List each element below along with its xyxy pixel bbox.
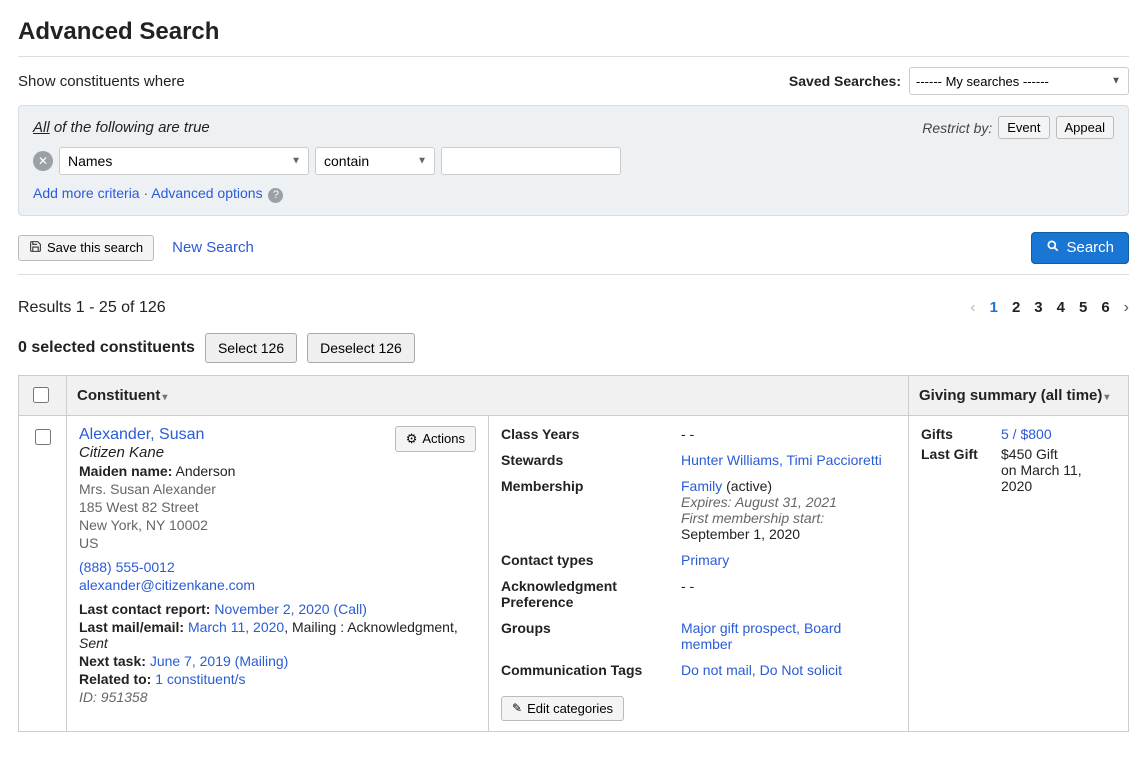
header-giving[interactable]: Giving summary (all time)▾: [909, 375, 1129, 415]
membership-first-label: First membership start:: [681, 510, 824, 526]
comm-tags-link[interactable]: Do not mail, Do Not solicit: [681, 662, 842, 678]
class-years-value: - -: [681, 426, 896, 442]
pager-next[interactable]: ›: [1124, 299, 1129, 317]
pencil-icon: ✎: [512, 701, 522, 715]
page-title: Advanced Search: [18, 18, 1129, 46]
row-actions-button[interactable]: ⚙ Actions: [395, 426, 476, 452]
last-mail-date-link[interactable]: March 11, 2020: [188, 619, 284, 635]
contact-types-label: Contact types: [501, 552, 671, 568]
maiden-name-value: Anderson: [175, 463, 235, 479]
pager-page-6[interactable]: 6: [1101, 299, 1109, 316]
membership-label: Membership: [501, 478, 671, 542]
table-row: ⚙ Actions Alexander, Susan Citizen Kane …: [19, 415, 1129, 731]
address-line-2: New York, NY 10002: [79, 517, 476, 533]
gifts-link[interactable]: 5 / $800: [1001, 426, 1052, 442]
gifts-label: Gifts: [921, 426, 993, 442]
email-link[interactable]: alexander@citizenkane.com: [79, 577, 255, 593]
membership-first-value: September 1, 2020: [681, 526, 800, 542]
advanced-options-link[interactable]: Advanced options: [151, 185, 262, 201]
remove-criteria-icon[interactable]: ✕: [33, 151, 53, 171]
pager-page-1[interactable]: 1: [990, 299, 998, 316]
constituent-id: ID: 951358: [79, 689, 476, 705]
show-constituents-label: Show constituents where: [18, 73, 185, 90]
salutation: Mrs. Susan Alexander: [79, 481, 476, 497]
select-all-checkbox[interactable]: [33, 387, 49, 403]
saved-searches-select[interactable]: ------ My searches ------: [909, 67, 1129, 95]
criteria-field-select[interactable]: Names: [59, 147, 309, 175]
deselect-all-button[interactable]: Deselect 126: [307, 333, 415, 363]
ack-pref-value: - -: [681, 578, 896, 610]
divider: [18, 274, 1129, 275]
results-table: Constituent▾ Giving summary (all time)▾ …: [18, 375, 1129, 732]
edit-categories-button[interactable]: ✎ Edit categories: [501, 696, 624, 721]
stewards-link[interactable]: Hunter Williams, Timi Paccioretti: [681, 452, 882, 468]
save-icon: [29, 240, 42, 256]
related-to-link[interactable]: 1 constituent/s: [155, 671, 245, 687]
select-all-button[interactable]: Select 126: [205, 333, 297, 363]
last-contact-report-link[interactable]: November 2, 2020 (Call): [214, 601, 367, 617]
results-summary: Results 1 - 25 of 126: [18, 299, 166, 317]
phone-link[interactable]: (888) 555-0012: [79, 559, 175, 575]
address-line-1: 185 West 82 Street: [79, 499, 476, 515]
last-gift-date: on March 11, 2020: [1001, 462, 1082, 494]
header-checkbox-cell: [19, 375, 67, 415]
groups-label: Groups: [501, 620, 671, 652]
ack-pref-label: Acknowledgment Preference: [501, 578, 671, 610]
pager-prev[interactable]: ‹: [970, 299, 975, 317]
criteria-heading: All of the following are true: [33, 119, 210, 136]
search-icon: [1046, 239, 1060, 257]
pager-page-3[interactable]: 3: [1034, 299, 1042, 316]
selected-count-label: 0 selected constituents: [18, 339, 195, 357]
class-years-label: Class Years: [501, 426, 671, 442]
help-icon[interactable]: ?: [268, 188, 283, 203]
header-constituent[interactable]: Constituent▾: [67, 375, 909, 415]
stewards-label: Stewards: [501, 452, 671, 468]
last-gift-amount: $450 Gift: [1001, 446, 1058, 462]
restrict-event-button[interactable]: Event: [998, 116, 1049, 139]
save-search-button[interactable]: Save this search: [18, 235, 154, 261]
pager: ‹ 1 2 3 4 5 6 ›: [970, 299, 1129, 317]
contact-types-link[interactable]: Primary: [681, 552, 729, 568]
saved-searches-label: Saved Searches:: [789, 73, 901, 89]
address-country: US: [79, 535, 476, 551]
add-more-criteria-link[interactable]: Add more criteria: [33, 185, 140, 201]
new-search-link[interactable]: New Search: [172, 239, 254, 256]
membership-expires: Expires: August 31, 2021: [681, 494, 837, 510]
membership-link[interactable]: Family: [681, 478, 722, 494]
sort-icon: ▾: [1104, 392, 1109, 403]
pager-page-5[interactable]: 5: [1079, 299, 1087, 316]
search-button[interactable]: Search: [1031, 232, 1129, 264]
comm-tags-label: Communication Tags: [501, 662, 671, 678]
criteria-operator-select[interactable]: contain: [315, 147, 435, 175]
row-checkbox[interactable]: [35, 429, 51, 445]
restrict-appeal-button[interactable]: Appeal: [1056, 116, 1114, 139]
sort-icon: ▾: [162, 392, 167, 403]
next-task-link[interactable]: June 7, 2019 (Mailing): [150, 653, 289, 669]
restrict-by-label: Restrict by:: [922, 120, 992, 136]
divider: [18, 56, 1129, 57]
pager-page-4[interactable]: 4: [1057, 299, 1065, 316]
pager-page-2[interactable]: 2: [1012, 299, 1020, 316]
gear-icon: ⚙: [406, 431, 418, 447]
last-gift-label: Last Gift: [921, 446, 993, 494]
criteria-value-input[interactable]: [441, 147, 621, 175]
groups-link[interactable]: Major gift prospect, Board member: [681, 620, 841, 652]
criteria-panel: All of the following are true Restrict b…: [18, 105, 1129, 216]
